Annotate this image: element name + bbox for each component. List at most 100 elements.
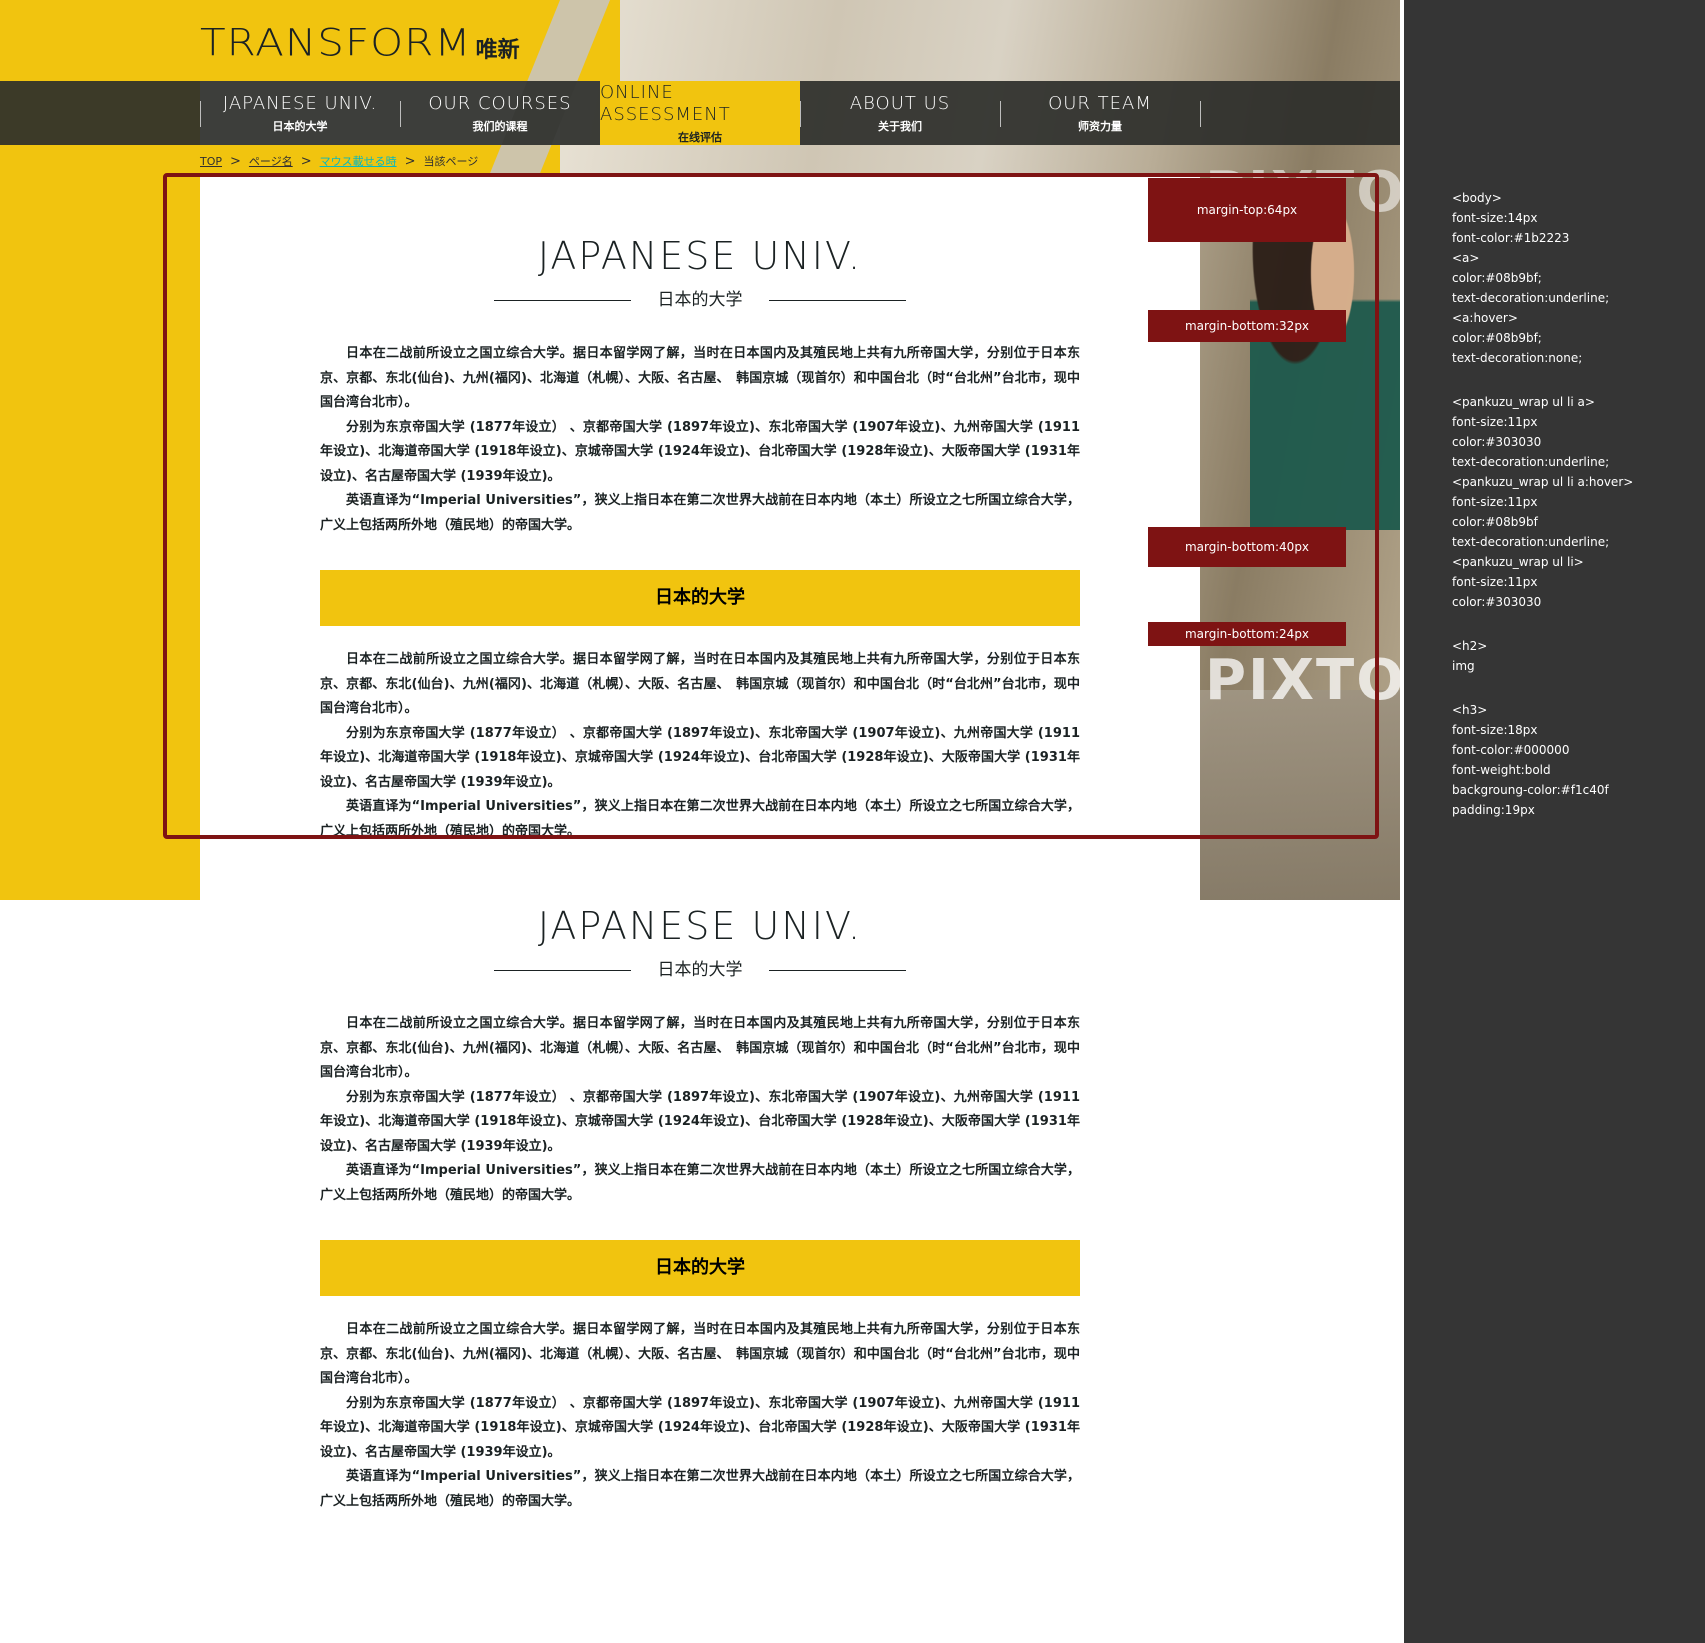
section-heading-h3: 日本的大学 [320, 570, 1080, 626]
chevron-right-icon: > [404, 153, 416, 169]
nav-item-label-zh: 在线评估 [678, 130, 722, 144]
chevron-right-icon: > [230, 153, 241, 169]
nav-item-our-courses[interactable]: OUR COURSES 我们的课程 [400, 81, 600, 145]
annotation-margin-top: margin-top:64px [1148, 178, 1346, 242]
style-note-line: font-color:#1b2223 [1452, 231, 1570, 245]
section-subtitle-text: 日本的大学 [657, 960, 743, 980]
nav-item-label-zh: 师资力量 [1078, 119, 1122, 133]
body-paragraph: 分别为东京帝国大学 (1877年设立） 、京都帝国大学 (1897年设立)、东北… [320, 419, 1080, 484]
body-paragraph: 分别为东京帝国大学 (1877年设立） 、京都帝国大学 (1897年设立)、东北… [320, 1395, 1080, 1460]
nav-divider [200, 101, 201, 127]
nav-divider [800, 101, 801, 127]
breadcrumb-link-top[interactable]: TOP [200, 155, 222, 168]
hero-photo-person [1250, 200, 1400, 530]
breadcrumb-link-page[interactable]: ページ名 [249, 153, 293, 169]
body-paragraph: 英语直译为“Imperial Universities”，狭义上指日本在第二次世… [320, 799, 1080, 839]
photo-watermark-bottom: PIXTO [1205, 648, 1400, 713]
style-note-line: backgroung-color:#f1c40f [1452, 783, 1609, 797]
nav-item-our-team[interactable]: OUR TEAM 师资力量 [1000, 81, 1200, 145]
style-note-line: <pankuzu_wrap ul li> [1452, 555, 1584, 569]
section-body: 日本在二战前所设立之国立综合大学。据日本留学网了解，当时在日本国内及其殖民地上共… [320, 1318, 1080, 1514]
nav-divider [1200, 101, 1201, 127]
style-note-line: color:#303030 [1452, 435, 1542, 449]
hero-photo-chair [1200, 690, 1400, 900]
nav-item-japanese-univ[interactable]: JAPANESE UNIV. 日本的大学 [200, 81, 400, 145]
main-content: JAPANESE UNIV. 日本的大学 日本在二战前所设立之国立综合大学。据日… [200, 177, 1200, 1514]
nav-item-label-en: OUR COURSES [428, 92, 572, 114]
style-note-line: img [1452, 659, 1475, 673]
section-subtitle-text: 日本的大学 [657, 290, 743, 310]
style-note-gap [1452, 368, 1633, 392]
annotation-margin-bottom-32: margin-bottom:32px [1148, 310, 1346, 342]
style-note-line: <h3> [1452, 703, 1488, 717]
body-paragraph: 日本在二战前所设立之国立综合大学。据日本留学网了解，当时在日本国内及其殖民地上共… [320, 1322, 1080, 1386]
content-section: JAPANESE UNIV. 日本的大学 日本在二战前所设立之国立综合大学。据日… [200, 177, 1200, 844]
style-note-line: text-decoration:underline; [1452, 535, 1610, 549]
section-body: 日本在二战前所设立之国立综合大学。据日本留学网了解，当时在日本国内及其殖民地上共… [320, 1012, 1080, 1208]
section-subtitle: 日本的大学 [320, 958, 1080, 982]
chevron-right-icon: > [300, 153, 312, 169]
body-paragraph: 日本在二战前所设立之国立综合大学。据日本留学网了解，当时在日本国内及其殖民地上共… [320, 346, 1080, 410]
style-note-gap [1452, 612, 1633, 636]
subtitle-rule-left [494, 970, 631, 971]
nav-item-about-us[interactable]: ABOUT US 关于我们 [800, 81, 1000, 145]
page-canvas: PIXTO PIXTO TRANSFORM 唯新 JAPANESE UNIV. … [0, 0, 1400, 1643]
style-note-line: <h2> [1452, 639, 1488, 653]
breadcrumb-current: 当該ページ [423, 155, 479, 168]
style-note-line: <pankuzu_wrap ul li a> [1452, 395, 1595, 409]
style-note-line: <pankuzu_wrap ul li a:hover> [1452, 475, 1634, 489]
style-note-line: color:#08b9bf; [1452, 331, 1542, 345]
section-heading-h3: 日本的大学 [320, 1240, 1080, 1296]
subtitle-rule-right [769, 300, 906, 301]
nav-item-label-en: ABOUT US [849, 92, 951, 114]
style-note-line: <a:hover> [1452, 311, 1518, 325]
section-subtitle: 日本的大学 [320, 288, 1080, 312]
subtitle-rule-right [769, 970, 906, 971]
body-paragraph: 日本在二战前所设立之国立综合大学。据日本留学网了解，当时在日本国内及其殖民地上共… [320, 652, 1080, 716]
style-notes: <body> font-size:14px font-color:#1b2223… [1452, 188, 1633, 820]
body-paragraph: 英语直译为“Imperial Universities”，狭义上指日本在第二次世… [320, 493, 1080, 533]
body-paragraph: 英语直译为“Imperial Universities”，狭义上指日本在第二次世… [320, 1163, 1080, 1203]
breadcrumb: TOP > ページ名 > マウス載せる時 > 当該ページ [200, 153, 478, 169]
nav-item-online-assessment[interactable]: ONLINE ASSESSMENT 在线评估 [600, 81, 800, 145]
style-note-line: font-size:18px [1452, 723, 1538, 737]
style-note-line: font-size:14px [1452, 211, 1538, 225]
nav-item-label-zh: 日本的大学 [272, 119, 328, 133]
subtitle-rule-left [494, 300, 631, 301]
body-paragraph: 分别为东京帝国大学 (1877年设立） 、京都帝国大学 (1897年设立)、东北… [320, 725, 1080, 790]
nav-divider [1000, 101, 1001, 127]
section-body: 日本在二战前所设立之国立综合大学。据日本留学网了解，当时在日本国内及其殖民地上共… [320, 342, 1080, 538]
content-section: JAPANESE UNIV. 日本的大学 日本在二战前所设立之国立综合大学。据日… [200, 844, 1200, 1514]
section-title: JAPANESE UNIV. [537, 904, 863, 948]
main-nav: JAPANESE UNIV. 日本的大学 OUR COURSES 我们的课程 O… [0, 81, 1400, 145]
site-logo[interactable]: TRANSFORM 唯新 [200, 18, 520, 67]
style-note-line: text-decoration:underline; [1452, 455, 1610, 469]
nav-item-label-zh: 关于我们 [878, 119, 922, 133]
style-note-line: font-size:11px [1452, 415, 1538, 429]
style-note-line: font-size:11px [1452, 495, 1538, 509]
style-note-line: <body> [1452, 191, 1502, 205]
section-title: JAPANESE UNIV. [537, 234, 863, 278]
style-note-line: font-color:#000000 [1452, 743, 1570, 757]
style-note-line: color:#08b9bf; [1452, 271, 1542, 285]
style-note-line: text-decoration:none; [1452, 351, 1583, 365]
style-note-line: font-size:11px [1452, 575, 1538, 589]
style-note-line: color:#08b9bf [1452, 515, 1538, 529]
style-note-line: <a> [1452, 251, 1480, 265]
nav-item-label-zh: 我们的课程 [472, 119, 528, 133]
nav-item-label-en: JAPANESE UNIV. [222, 92, 378, 114]
style-note-line: padding:19px [1452, 803, 1535, 817]
body-paragraph: 英语直译为“Imperial Universities”，狭义上指日本在第二次世… [320, 1469, 1080, 1509]
style-note-line: text-decoration:underline; [1452, 291, 1610, 305]
style-note-line: font-weight:bold [1452, 763, 1551, 777]
nav-item-label-en: OUR TEAM [1048, 92, 1152, 114]
annotation-margin-bottom-40: margin-bottom:40px [1148, 527, 1346, 567]
style-note-gap [1452, 676, 1633, 700]
nav-divider [400, 101, 401, 127]
logo-text: TRANSFORM [200, 20, 472, 65]
breadcrumb-link-hover[interactable]: マウス載せる時 [320, 153, 397, 169]
logo-subtext: 唯新 [475, 38, 520, 63]
annotation-margin-bottom-24: margin-bottom:24px [1148, 622, 1346, 646]
body-paragraph: 日本在二战前所设立之国立综合大学。据日本留学网了解，当时在日本国内及其殖民地上共… [320, 1016, 1080, 1080]
style-notes-panel: <body> font-size:14px font-color:#1b2223… [1404, 0, 1705, 1643]
